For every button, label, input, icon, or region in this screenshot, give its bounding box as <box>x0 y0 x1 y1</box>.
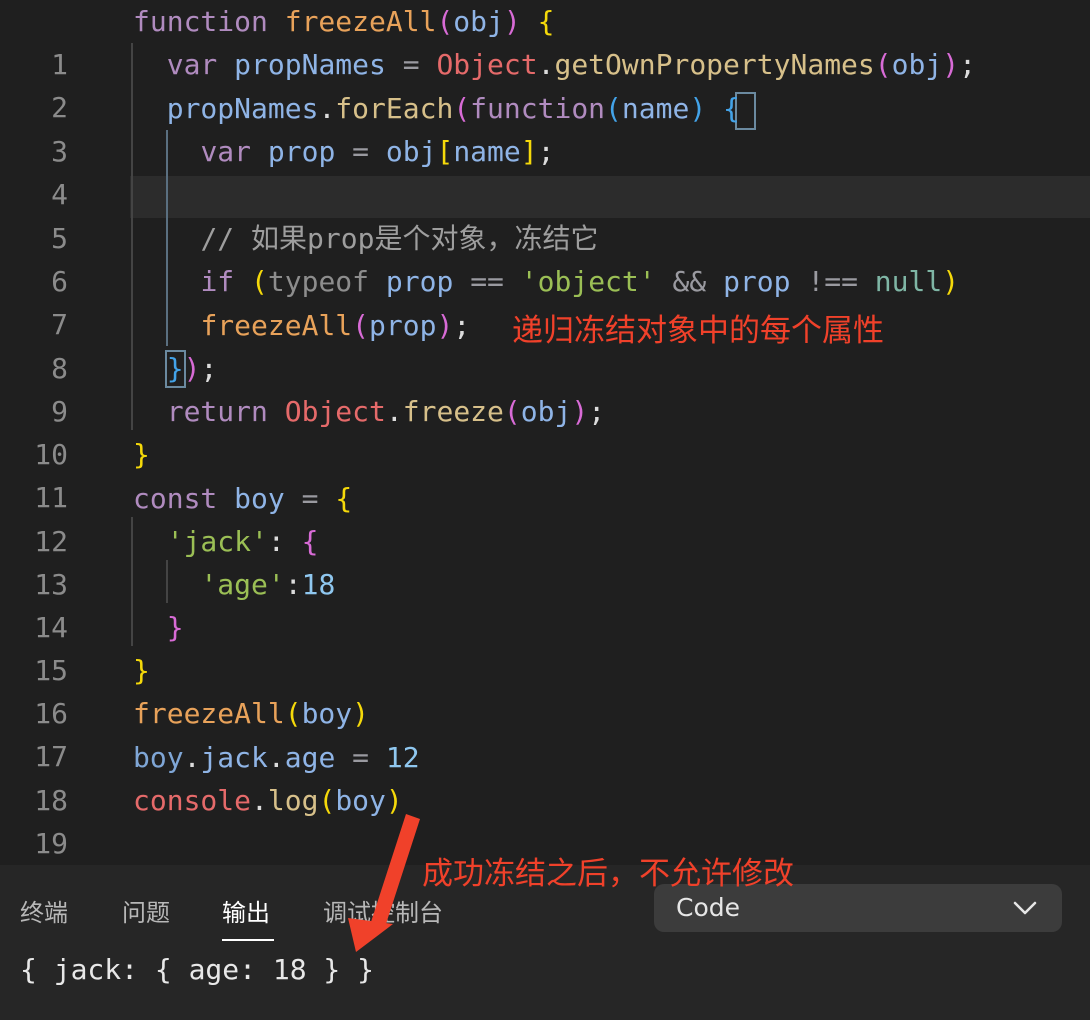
output-channel-label: Code <box>676 893 741 922</box>
annotation-frozen-note: 成功冻结之后，不允许修改 <box>422 856 794 892</box>
code-line[interactable]: 15 } <box>0 606 1090 687</box>
tab-debug-console[interactable]: 调试控制台 <box>323 893 443 928</box>
code-line[interactable]: 2 var propNames = Object.getOwnPropertyN… <box>0 43 1090 124</box>
tab-terminal[interactable]: 终端 <box>20 893 68 928</box>
code-editor[interactable]: 1 function freezeAll(obj) { 2 var propNa… <box>0 0 1090 903</box>
tab-output[interactable]: 输出 <box>222 893 270 928</box>
code-text: var prop = obj[name]; <box>200 135 555 168</box>
code-text: var propNames = Object.getOwnPropertyNam… <box>166 48 976 81</box>
code-text: propNames.forEach(function(name) { <box>166 92 740 125</box>
code-line[interactable]: 13 'jack': { <box>0 520 1090 601</box>
code-line[interactable]: 18 boy.jack.age = 12 <box>0 736 1090 817</box>
code-text: } <box>133 438 150 471</box>
code-line[interactable]: 12 const boy = { <box>0 477 1090 558</box>
code-line[interactable]: 9 }); <box>0 347 1090 428</box>
code-text: console.log(boy) <box>133 784 403 817</box>
active-tab-indicator <box>222 939 274 941</box>
code-text: const boy = { <box>133 482 353 515</box>
code-line[interactable]: 10 return Object.freeze(obj); <box>0 390 1090 471</box>
code-text: } <box>166 611 184 644</box>
code-line[interactable]: 6 // 如果prop是个对象，冻结它 <box>0 217 1090 298</box>
code-line[interactable]: 14 'age':18 <box>0 563 1090 644</box>
code-text: }); <box>166 352 218 385</box>
code-line[interactable]: 5 <box>0 174 1090 255</box>
code-line[interactable]: 11 } <box>0 433 1090 514</box>
chevron-down-icon <box>1012 893 1038 927</box>
annotation-recursive-note: 递归冻结对象中的每个属性 <box>512 313 884 349</box>
code-comment: // 如果prop是个对象，冻结它 <box>200 222 599 255</box>
code-line[interactable]: 4 var prop = obj[name]; <box>0 130 1090 211</box>
code-text: boy.jack.age = 12 <box>133 741 420 774</box>
code-text: 'jack': { <box>166 525 319 558</box>
code-text: } <box>133 654 150 687</box>
code-text: function freezeAll(obj) { <box>133 5 555 38</box>
code-line[interactable]: 1 function freezeAll(obj) { <box>0 0 1090 81</box>
code-line[interactable]: 7 if (typeof prop == 'object' && prop !=… <box>0 260 1090 341</box>
code-line[interactable]: 17 freezeAll(boy) <box>0 692 1090 773</box>
code-line[interactable]: 3 propNames.forEach(function(name) { <box>0 87 1090 168</box>
code-text: return Object.freeze(obj); <box>166 395 606 428</box>
output-text: { jack: { age: 18 } } <box>20 953 375 986</box>
code-text: if (typeof prop == 'object' && prop !== … <box>200 265 960 298</box>
code-text: freezeAll(boy) <box>133 697 370 730</box>
code-text: // 如果prop是个对象，冻结它 <box>133 217 598 260</box>
code-line[interactable]: 19 console.log(boy) <box>0 779 1090 860</box>
code-text: 'age':18 <box>200 568 336 601</box>
tab-problems[interactable]: 问题 <box>122 893 170 928</box>
code-line[interactable]: 16 } <box>0 649 1090 730</box>
code-text: freezeAll(prop); <box>200 309 471 342</box>
